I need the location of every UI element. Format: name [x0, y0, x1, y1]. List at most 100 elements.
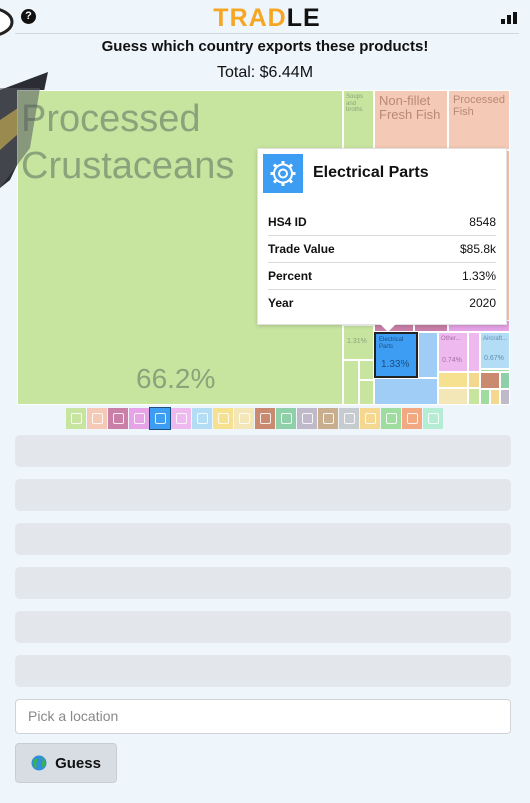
treemap-cell[interactable]: [438, 372, 468, 388]
plastics-icon-glyph: [175, 413, 187, 424]
animal-icon-glyph: [406, 413, 418, 424]
sword-icon[interactable]: [318, 408, 338, 429]
tooltip-row-hs4: HS4 ID 8548: [268, 209, 496, 236]
treemap-cell-aircraft[interactable]: Aircraft... 0.67%: [480, 332, 510, 369]
stone-icon[interactable]: [234, 408, 254, 429]
gauge-icon[interactable]: [108, 408, 128, 429]
tooltip-table: HS4 ID 8548 Trade Value $85.8k Percent 1…: [268, 209, 496, 316]
header: ? TRADLE: [15, 3, 519, 34]
row-value: 8548: [469, 215, 496, 229]
treemap-cell-electrical-parts[interactable]: Electrical Parts 1.33%: [374, 332, 418, 378]
treemap-cell[interactable]: [438, 388, 468, 405]
treemap-cell[interactable]: [500, 372, 510, 389]
cell-percent: 66.2%: [136, 363, 216, 394]
cell-label: Other...: [441, 336, 461, 342]
cell-label: Processed Crustaceans: [21, 98, 235, 187]
clothing-icon-glyph: [280, 413, 292, 424]
bar-chart-icon[interactable]: [501, 12, 517, 24]
treemap-cell-small-food[interactable]: 1.31%: [343, 325, 374, 360]
cell-label: Electrical Parts: [379, 337, 404, 350]
fish-icon[interactable]: [87, 408, 107, 429]
cell-label: Processed Fish: [453, 94, 505, 119]
car-icon[interactable]: [381, 408, 401, 429]
cell-label: Non-fillet Fresh Fish: [379, 93, 441, 123]
guess-slot: [15, 567, 511, 599]
row-key: Trade Value: [268, 242, 335, 256]
treemap-cell[interactable]: [480, 389, 490, 405]
clock-icon-glyph: [343, 413, 355, 424]
misc-icon[interactable]: [423, 408, 443, 429]
row-key: Percent: [268, 269, 313, 283]
globe-icon: [31, 755, 47, 771]
gear-icon-glyph: [154, 413, 166, 424]
gem-icon-glyph: [364, 413, 376, 424]
shirt-icon[interactable]: [192, 408, 212, 429]
logo: TRADLE: [15, 4, 519, 33]
row-value: 2020: [469, 296, 496, 310]
animal-icon[interactable]: [402, 408, 422, 429]
paper-icon[interactable]: [213, 408, 233, 429]
tooltip-row-year: Year 2020: [268, 290, 496, 316]
flask-icon[interactable]: [129, 408, 149, 429]
guess-button-label: Guess: [55, 754, 101, 772]
logo-trad: TRAD: [213, 4, 287, 32]
clothing-icon[interactable]: [276, 408, 296, 429]
flask-icon-glyph: [133, 413, 145, 424]
shoe-icon[interactable]: [297, 408, 317, 429]
treemap-cell-soups-broths[interactable]: Soups and broths: [343, 90, 374, 150]
treemap-cell[interactable]: [359, 360, 374, 380]
stone-icon-glyph: [238, 413, 250, 424]
vegetable-icon-glyph: [70, 413, 82, 424]
treemap-cell[interactable]: [490, 389, 500, 405]
treemap-cell[interactable]: [468, 388, 480, 405]
gauge-icon-glyph: [112, 413, 124, 424]
treemap-cell-other[interactable]: Other... 0.74%: [438, 332, 468, 372]
treemap-cell[interactable]: [480, 372, 500, 389]
gear-icon[interactable]: [149, 407, 171, 430]
row-value: $85.8k: [459, 242, 496, 256]
guess-slot: [15, 523, 511, 555]
row-key: Year: [268, 296, 294, 310]
cell-percent: 0.67%: [484, 355, 504, 362]
treemap-cell[interactable]: [374, 378, 438, 405]
product-tooltip: Electrical Parts HS4 ID 8548 Trade Value…: [257, 148, 507, 332]
cell-percent: 1.33%: [381, 359, 410, 370]
clock-icon[interactable]: [339, 408, 359, 429]
guess-slot: [15, 655, 511, 687]
treemap-cell[interactable]: [468, 332, 480, 372]
paper-icon-glyph: [217, 413, 229, 424]
cell-label: Soups and broths: [346, 94, 364, 114]
treemap-cell[interactable]: [500, 389, 510, 405]
guess-slot: [15, 435, 511, 467]
car-icon-glyph: [385, 413, 397, 424]
total-value: Total: $6.44M: [216, 64, 314, 81]
tooltip-title: Electrical Parts: [313, 164, 429, 181]
gear-icon: [263, 154, 303, 193]
tooltip-row-percent: Percent 1.33%: [268, 263, 496, 290]
fish-icon-glyph: [91, 413, 103, 424]
pickaxe-icon-glyph: [259, 413, 271, 424]
plastics-icon[interactable]: [171, 408, 191, 429]
guess-slot: [15, 479, 511, 511]
guess-button[interactable]: Guess: [15, 743, 117, 783]
guess-slot: [15, 611, 511, 643]
treemap-cell[interactable]: [343, 360, 359, 405]
treemap-cell-non-fillet-fresh-fish[interactable]: Non-fillet Fresh Fish: [374, 90, 448, 150]
gem-icon[interactable]: [360, 408, 380, 429]
question-text: Guess which country exports these produc…: [101, 38, 429, 55]
cell-percent: 1.31%: [347, 338, 367, 345]
row-key: HS4 ID: [268, 215, 307, 229]
treemap-cell[interactable]: [468, 372, 480, 388]
treemap-cell[interactable]: [418, 332, 438, 378]
row-value: 1.33%: [461, 269, 496, 283]
treemap-cell-processed-fish[interactable]: Processed Fish: [448, 90, 510, 150]
shirt-icon-glyph: [196, 413, 208, 424]
misc-icon-glyph: [427, 413, 439, 424]
vegetable-icon[interactable]: [66, 408, 86, 429]
cell-percent: 0.74%: [442, 357, 462, 364]
location-input[interactable]: Pick a location: [15, 699, 511, 734]
pickaxe-icon[interactable]: [255, 408, 275, 429]
logo-le: LE: [286, 4, 321, 32]
category-icons-row: [66, 407, 443, 430]
treemap-cell[interactable]: [359, 380, 374, 405]
